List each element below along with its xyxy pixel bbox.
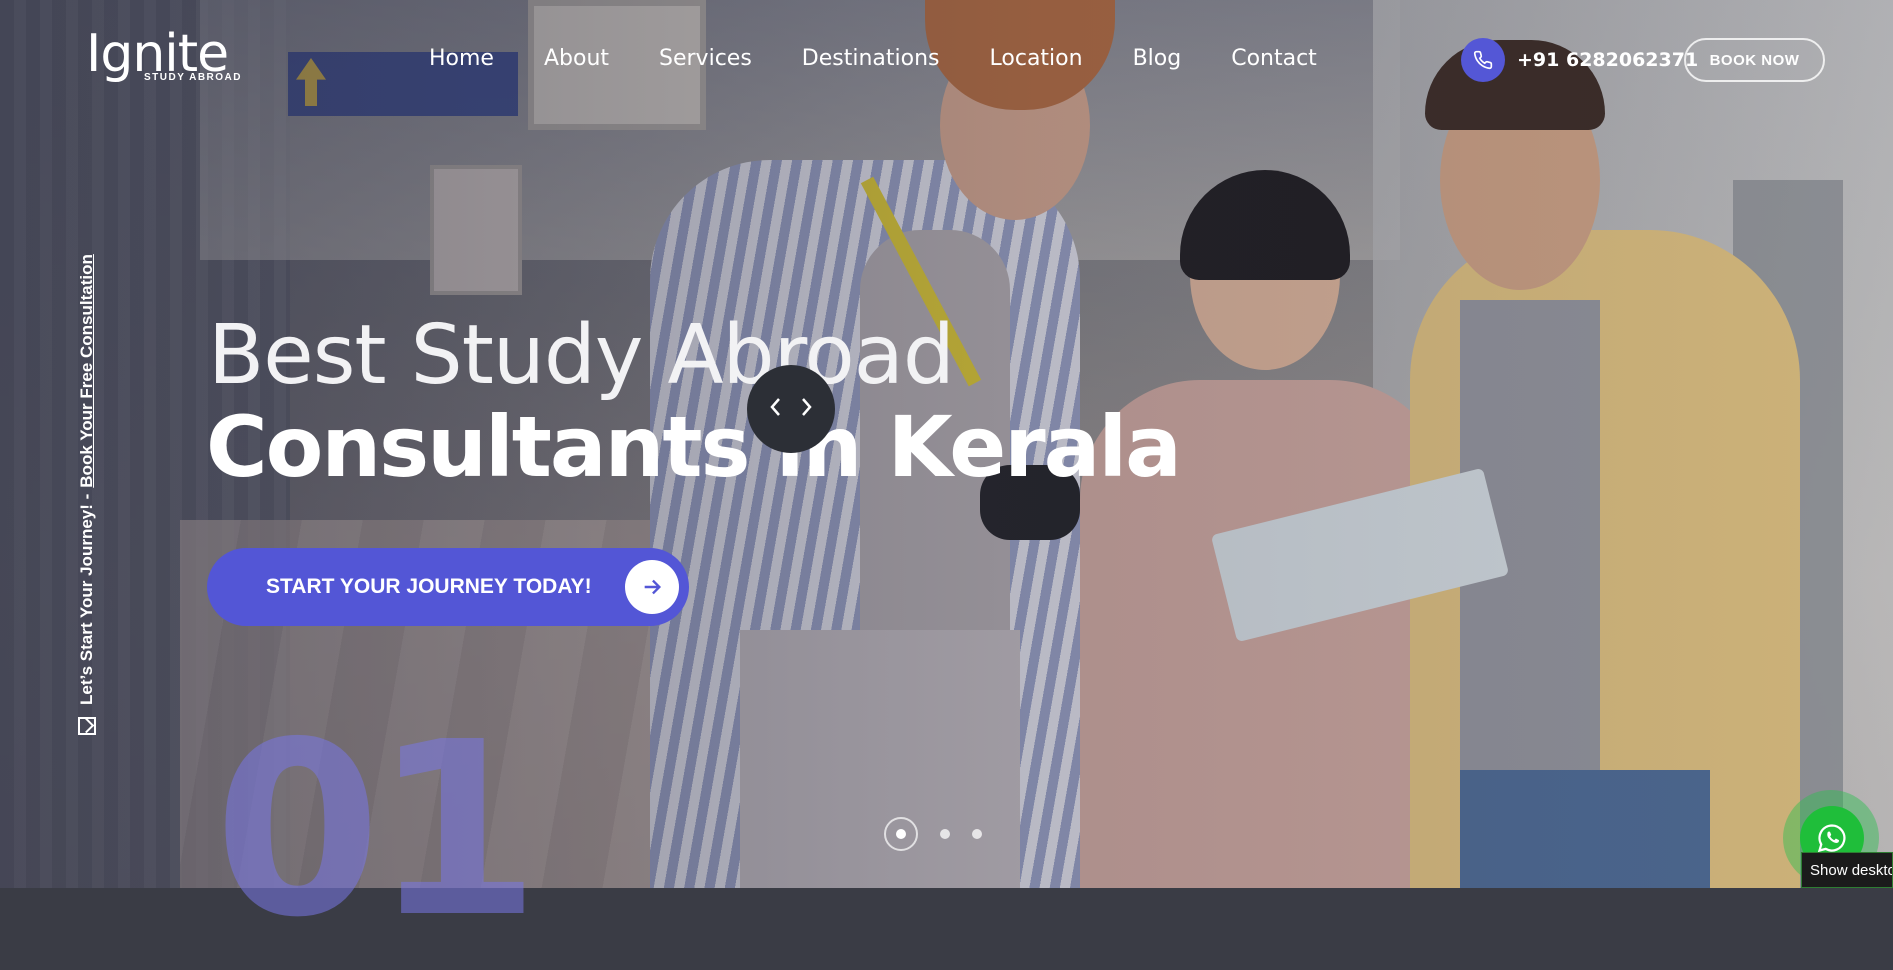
- arrow-right-icon: [625, 560, 679, 614]
- chevron-right-icon[interactable]: [800, 394, 814, 425]
- start-journey-button[interactable]: START YOUR JOURNEY TODAY!: [207, 548, 689, 626]
- chevron-left-icon[interactable]: [768, 394, 782, 425]
- nav-item-location[interactable]: Location: [990, 46, 1083, 71]
- free-consultation-link[interactable]: Book Your Free Consultation: [77, 254, 97, 488]
- slide-number: 01: [214, 690, 540, 970]
- slider-dot[interactable]: [940, 829, 950, 839]
- whatsapp-tooltip: Show deskto: [1801, 852, 1893, 888]
- hero-title-line2: Consultants in Kerala: [206, 398, 1182, 496]
- slider-dots: [884, 817, 982, 851]
- nav-item-services[interactable]: Services: [659, 46, 752, 71]
- phone-contact[interactable]: +91 6282062371: [1461, 38, 1698, 82]
- start-journey-label: START YOUR JOURNEY TODAY!: [266, 575, 592, 598]
- logo-tagline: STUDY ABROAD: [144, 72, 243, 83]
- nav-item-contact[interactable]: Contact: [1231, 46, 1317, 71]
- phone-icon: [1461, 38, 1505, 82]
- nav-item-about[interactable]: About: [544, 46, 609, 71]
- side-text: Let’s Start Your Journey! -: [77, 493, 96, 705]
- phone-number: +91 6282062371: [1517, 49, 1699, 71]
- nav-item-destinations[interactable]: Destinations: [802, 46, 940, 71]
- slider-dot-active[interactable]: [884, 817, 918, 851]
- side-consultation: Let’s Start Your Journey! - Book Your Fr…: [72, 208, 102, 735]
- mail-icon: [78, 717, 96, 735]
- nav-item-home[interactable]: Home: [429, 46, 494, 71]
- nav-item-blog[interactable]: Blog: [1133, 46, 1182, 71]
- hero-title-line1: Best Study Abroad: [208, 308, 955, 403]
- slider-nav[interactable]: [747, 365, 835, 453]
- whatsapp-icon: [1817, 824, 1846, 853]
- main-nav: Home About Services Destinations Locatio…: [429, 46, 1367, 71]
- book-now-button[interactable]: BOOK NOW: [1684, 38, 1825, 82]
- logo[interactable]: Ignite STUDY ABROAD: [86, 28, 241, 83]
- slider-dot[interactable]: [972, 829, 982, 839]
